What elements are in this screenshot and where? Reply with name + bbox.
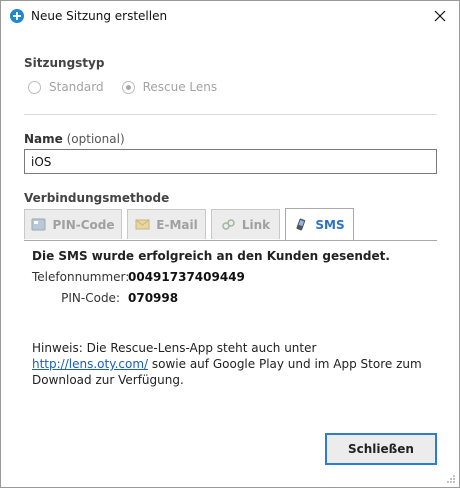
close-button[interactable]: Schließen bbox=[325, 433, 437, 465]
phone-number-value: 00491737409449 bbox=[128, 270, 245, 284]
tab-pin-code[interactable]: PIN-Code bbox=[24, 209, 122, 239]
pin-code-row: PIN-Code: 070998 bbox=[32, 291, 178, 305]
resize-grip-icon[interactable] bbox=[446, 474, 456, 484]
title-bar: Neue Sitzung erstellen bbox=[1, 1, 459, 33]
email-icon bbox=[135, 219, 150, 230]
sms-success-message: Die SMS wurde erfolgreich an den Kunden … bbox=[32, 249, 390, 263]
radio-rescue-lens-label: Rescue Lens bbox=[142, 80, 218, 94]
close-icon bbox=[434, 10, 446, 22]
name-input[interactable] bbox=[24, 149, 437, 174]
connection-method-label: Verbindungsmethode bbox=[24, 191, 170, 205]
download-hint: Hinweis: Die Rescue-Lens-App steht auch … bbox=[32, 340, 432, 388]
tab-pin-code-label: PIN-Code bbox=[52, 217, 115, 232]
session-type-label: Sitzungstyp bbox=[24, 56, 105, 70]
tabs-baseline bbox=[24, 240, 437, 241]
radio-standard[interactable]: Standard bbox=[28, 80, 104, 94]
name-field-label: Name (optional) bbox=[24, 132, 125, 146]
tab-link[interactable]: Link bbox=[211, 209, 280, 239]
pin-code-value: 070998 bbox=[128, 291, 179, 305]
connection-method-tabs: PIN-Code E-Mail Link SMS bbox=[24, 208, 437, 241]
tab-email-label: E-Mail bbox=[156, 217, 198, 232]
radio-standard-label: Standard bbox=[49, 80, 104, 94]
phone-icon bbox=[296, 218, 306, 231]
window-title: Neue Sitzung erstellen bbox=[31, 9, 168, 23]
name-optional-text: (optional) bbox=[66, 132, 125, 146]
link-icon bbox=[222, 219, 235, 230]
pin-code-icon bbox=[31, 218, 46, 231]
phone-number-label: Telefonnummer: bbox=[32, 270, 130, 284]
radio-standard-circle bbox=[28, 80, 41, 94]
dialog-window: Neue Sitzung erstellen Sitzungstyp Stand… bbox=[0, 0, 460, 488]
tab-link-label: Link bbox=[241, 217, 271, 232]
tab-sms[interactable]: SMS bbox=[285, 208, 354, 240]
pin-code-label: PIN-Code: bbox=[61, 291, 120, 305]
name-label-text: Name bbox=[24, 132, 63, 146]
phone-number-row: Telefonnummer: 00491737409449 bbox=[32, 270, 245, 284]
tab-email[interactable]: E-Mail bbox=[127, 209, 206, 239]
radio-rescue-lens[interactable]: Rescue Lens bbox=[121, 80, 218, 94]
add-session-icon bbox=[10, 9, 24, 23]
close-window-button[interactable] bbox=[425, 3, 455, 29]
hint-prefix: Hinweis: Die Rescue-Lens-App steht auch … bbox=[32, 341, 317, 355]
lens-download-link[interactable]: http://lens.oty.com/ bbox=[32, 357, 148, 371]
tab-sms-label: SMS bbox=[315, 217, 345, 232]
radio-rescue-lens-circle bbox=[121, 80, 135, 94]
session-type-radio-group: Standard Rescue Lens bbox=[28, 80, 235, 94]
section-divider bbox=[24, 114, 437, 115]
